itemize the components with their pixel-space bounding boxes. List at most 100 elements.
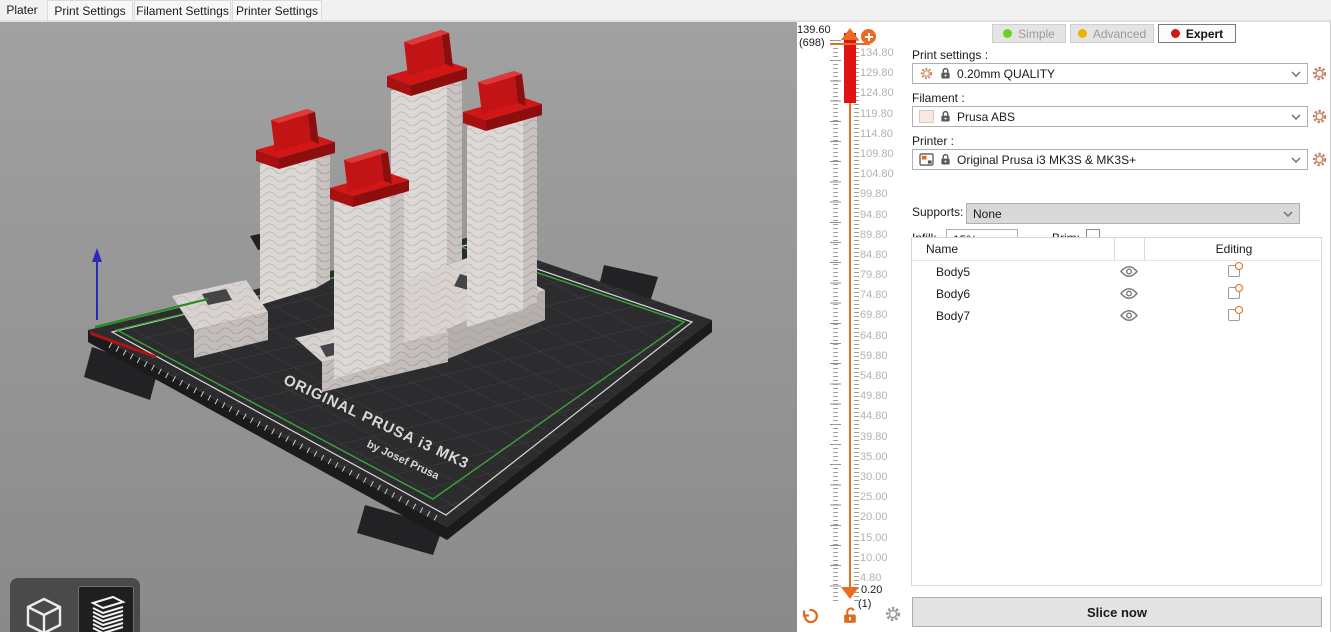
preview-view-button[interactable]	[78, 586, 134, 632]
chevron-down-icon	[1291, 157, 1301, 163]
eye-visibility-icon[interactable]	[1120, 287, 1138, 300]
slider-min-height-label: 0.20	[861, 584, 882, 596]
slider-tick-label: 89.80	[860, 225, 908, 245]
edit-filament-gear-icon[interactable]	[1311, 108, 1328, 125]
slider-tick-labels: 134.80 129.80 124.80 119.80 114.80 109.8…	[860, 43, 908, 588]
object-list: Name Editing Body5	[911, 237, 1322, 586]
discard-changes-icon[interactable]	[799, 606, 819, 626]
tab-printer-settings[interactable]: Printer Settings	[232, 0, 322, 20]
slider-tick-label: 20.00	[860, 507, 908, 527]
advanced-mode-dot-icon	[1078, 29, 1087, 38]
slider-tick-label: 84.80	[860, 245, 908, 265]
chevron-down-icon	[1283, 211, 1293, 217]
tab-print-settings[interactable]: Print Settings	[47, 0, 133, 20]
object-editing-icon[interactable]	[1228, 309, 1240, 321]
header-separator	[1114, 238, 1115, 261]
slider-tick-label: 99.80	[860, 184, 908, 204]
slider-tick-label: 10.00	[860, 548, 908, 568]
slider-tick-label: 49.80	[860, 386, 908, 406]
printer-label: Printer :	[912, 134, 954, 148]
settings-panel: Simple Advanced Expert Print settings :	[910, 22, 1331, 632]
edit-printer-gear-icon[interactable]	[1311, 151, 1328, 168]
view-mode-toolbar	[10, 578, 140, 632]
model-tower-right[interactable]	[463, 71, 542, 327]
print-settings-combo[interactable]: 0.20mm QUALITY	[912, 63, 1308, 84]
print-settings-label: Print settings :	[912, 48, 988, 62]
filament-color-swatch	[919, 110, 934, 123]
slider-tick-label: 134.80	[860, 43, 908, 63]
mode-selector: Simple Advanced Expert	[992, 24, 1236, 43]
lock-icon	[940, 67, 951, 80]
add-height-range-button[interactable]	[861, 29, 876, 44]
slider-tick-label: 119.80	[860, 104, 908, 124]
column-header-name: Name	[926, 242, 958, 256]
slider-tick-label: 94.80	[860, 205, 908, 225]
slider-tick-label: 25.00	[860, 487, 908, 507]
object-name: Body5	[936, 265, 970, 279]
prusaslicer-window: Plater Print Settings Filament Settings …	[0, 0, 1331, 632]
slider-min-layer-count: (1)	[858, 598, 871, 610]
tab-plater[interactable]: Plater	[0, 0, 44, 20]
mode-advanced-button[interactable]: Advanced	[1070, 24, 1154, 43]
slider-max-height-label: 139.60	[797, 24, 831, 36]
supports-value: None	[973, 207, 1002, 221]
slider-tick-label: 109.80	[860, 144, 908, 164]
eye-visibility-icon[interactable]	[1120, 265, 1138, 278]
slider-tick-label: 79.80	[860, 265, 908, 285]
filament-label: Filament :	[912, 91, 965, 105]
print-preset-gear-icon	[919, 66, 934, 81]
mode-expert-label: Expert	[1186, 27, 1223, 41]
filament-combo[interactable]: Prusa ABS	[912, 106, 1308, 127]
slider-max-layer-count: (698)	[799, 37, 825, 49]
edit-print-settings-gear-icon[interactable]	[1311, 65, 1328, 82]
unlock-icon[interactable]	[841, 606, 860, 625]
object-editing-icon[interactable]	[1228, 265, 1240, 277]
object-editing-icon[interactable]	[1228, 287, 1240, 299]
slider-tick-label: 114.80	[860, 124, 908, 144]
expert-mode-dot-icon	[1171, 29, 1180, 38]
supports-dropdown[interactable]: None	[966, 203, 1300, 224]
chevron-down-icon	[1291, 114, 1301, 120]
slider-settings-gear-icon[interactable]	[884, 605, 902, 623]
lock-icon	[940, 110, 951, 123]
slice-now-button[interactable]: Slice now	[912, 597, 1322, 627]
slider-upper-handle[interactable]	[841, 28, 859, 40]
slider-track[interactable]	[849, 36, 851, 594]
object-row[interactable]: Body5	[912, 261, 1321, 283]
slider-tick-label: 69.80	[860, 305, 908, 325]
object-name: Body7	[936, 309, 970, 323]
chevron-down-icon	[1291, 71, 1301, 77]
slider-tick-label: 54.80	[860, 366, 908, 386]
lock-icon	[940, 153, 951, 166]
slider-minor-ticks-left	[833, 40, 838, 602]
object-row[interactable]: Body6	[912, 283, 1321, 305]
mode-expert-button[interactable]: Expert	[1158, 24, 1236, 43]
slider-tick-label: 64.80	[860, 326, 908, 346]
printer-value: Original Prusa i3 MK3S & MK3S+	[957, 153, 1136, 167]
object-list-rows: Body5 Body6	[912, 261, 1321, 327]
editor-view-button[interactable]	[16, 586, 72, 632]
mode-simple-label: Simple	[1018, 27, 1055, 41]
slider-tick-label: 39.80	[860, 427, 908, 447]
slider-tick-label: 74.80	[860, 285, 908, 305]
layer-slider-panel: 139.60 (698) 134.80 129.80 124.80 119.80…	[797, 22, 910, 632]
tab-filament-settings[interactable]: Filament Settings	[134, 0, 231, 20]
slider-tick-label: 59.80	[860, 346, 908, 366]
eye-visibility-icon[interactable]	[1120, 309, 1138, 322]
mode-simple-button[interactable]: Simple	[992, 24, 1066, 43]
printer-combo[interactable]: Original Prusa i3 MK3S & MK3S+	[912, 149, 1308, 170]
3d-viewport[interactable]: ORIGINAL PRUSA i3 MK3 by Josef Prusa	[0, 22, 797, 632]
slider-tick-label: 30.00	[860, 467, 908, 487]
slider-tick-label: 35.00	[860, 447, 908, 467]
cube-icon	[22, 594, 66, 632]
printer-icon	[919, 153, 934, 166]
object-list-header: Name Editing	[912, 238, 1321, 261]
3d-scene: ORIGINAL PRUSA i3 MK3 by Josef Prusa	[0, 22, 797, 632]
mode-advanced-label: Advanced	[1093, 27, 1146, 41]
slider-tick-label: 44.80	[860, 406, 908, 426]
slider-tick-label: 129.80	[860, 63, 908, 83]
object-row[interactable]: Body7	[912, 305, 1321, 327]
slider-lower-handle[interactable]	[841, 587, 859, 599]
slider-tick-label: 104.80	[860, 164, 908, 184]
object-name: Body6	[936, 287, 970, 301]
